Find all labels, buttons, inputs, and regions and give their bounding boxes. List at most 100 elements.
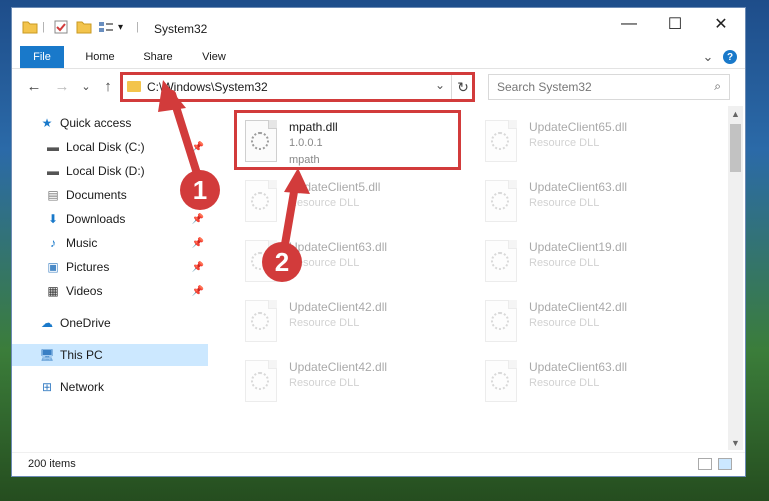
- large-icons-view-icon[interactable]: [718, 458, 732, 470]
- file-explorer-window: | ▾ | System32 — ☐ ✕ File Home Share Vie…: [12, 8, 745, 476]
- ribbon: File Home Share View ⌄ ?: [12, 44, 745, 69]
- search-input[interactable]: Search System32 ⌕: [488, 74, 730, 100]
- navigation-pane: ★ Quick access ▬ Local Disk (C:) 📌 ▬ Local Dis…: [12, 106, 210, 446]
- music-icon: ♪: [50, 236, 56, 250]
- sidebar-item-label: Videos: [66, 284, 103, 298]
- properties-icon[interactable]: [54, 19, 68, 35]
- sidebar-item-label: This PC: [60, 348, 103, 362]
- sidebar-item-onedrive[interactable]: ☁ OneDrive: [12, 312, 208, 334]
- file-item[interactable]: UpdateClient42.dll Resource DLL: [237, 294, 467, 354]
- gear-icon: [491, 192, 509, 210]
- status-bar: 200 items: [12, 452, 745, 475]
- up-button[interactable]: ↑: [98, 76, 118, 96]
- scroll-thumb[interactable]: [730, 124, 741, 172]
- folder-icon[interactable]: [22, 19, 38, 35]
- pictures-icon: ▣: [47, 260, 59, 274]
- file-detail: Resource DLL: [289, 317, 360, 329]
- file-detail: Resource DLL: [289, 377, 360, 389]
- help-icon[interactable]: ?: [722, 46, 738, 68]
- sidebar-item-label: Downloads: [66, 212, 126, 226]
- cloud-icon: ☁: [41, 316, 53, 330]
- sidebar-item-label: Local Disk (C:): [66, 140, 145, 154]
- file-highlight-box: [234, 110, 461, 170]
- sidebar-item-local-disk-c[interactable]: ▬ Local Disk (C:) 📌: [12, 136, 208, 158]
- file-name: UpdateClient63.dll: [529, 180, 628, 194]
- file-detail: Resource DLL: [529, 197, 600, 209]
- gear-icon: [491, 132, 509, 150]
- qa-dropdown-icon[interactable]: ▾: [118, 19, 123, 35]
- file-name: UpdateClient42.dll: [529, 300, 628, 314]
- computer-icon: 🖥: [39, 348, 55, 362]
- file-item[interactable]: UpdateClient5.dll Resource DLL: [237, 174, 467, 234]
- gear-icon: [491, 372, 509, 390]
- recent-locations-icon[interactable]: ⌄: [76, 76, 96, 96]
- file-item[interactable]: UpdateClient63.dll Resource DLL: [477, 174, 707, 234]
- documents-icon: ▤: [47, 188, 59, 202]
- back-button[interactable]: ←: [24, 76, 44, 96]
- address-highlight-box: [120, 72, 475, 102]
- callout-1: 1: [180, 170, 220, 210]
- forward-button[interactable]: →: [52, 76, 72, 96]
- sidebar-item-network[interactable]: ⊞ Network: [12, 376, 208, 398]
- file-item[interactable]: UpdateClient65.dll Resource DLL: [477, 114, 707, 174]
- sidebar-item-documents[interactable]: ▤Documents📌: [12, 184, 208, 206]
- sidebar-item-downloads[interactable]: ⬇ Downloads 📌: [12, 208, 208, 230]
- help-glyph: ?: [723, 50, 737, 64]
- file-item[interactable]: UpdateClient42.dll Resource DLL: [477, 294, 707, 354]
- scroll-up-icon[interactable]: ▲: [728, 106, 743, 121]
- file-name: UpdateClient42.dll: [289, 300, 388, 314]
- sidebar-item-label: Documents: [66, 188, 127, 202]
- tab-home[interactable]: Home: [78, 46, 122, 68]
- sidebar-item-this-pc[interactable]: 🖥 This PC: [12, 344, 208, 366]
- callout-2: 2: [262, 242, 302, 282]
- sidebar-item-videos[interactable]: ▦ Videos 📌: [12, 280, 208, 302]
- customize-icon[interactable]: [98, 19, 114, 35]
- sidebar-item-pictures[interactable]: ▣ Pictures 📌: [12, 256, 208, 278]
- file-name: UpdateClient65.dll: [529, 120, 628, 134]
- pin-icon[interactable]: 📌: [192, 142, 204, 153]
- network-icon: ⊞: [41, 380, 53, 394]
- file-item[interactable]: UpdateClient63.dll Resource DLL: [477, 354, 707, 414]
- file-name: UpdateClient5.dll: [289, 180, 381, 194]
- sidebar-item-local-disk-d[interactable]: ▬ Local Disk (D:): [12, 160, 208, 182]
- title-separator: |: [136, 21, 139, 33]
- vertical-scrollbar[interactable]: ▲ ▼: [728, 106, 743, 450]
- pin-icon[interactable]: 📌: [192, 262, 204, 273]
- pin-icon[interactable]: 📌: [192, 238, 204, 249]
- videos-icon: ▦: [47, 284, 59, 298]
- new-folder-icon[interactable]: [76, 19, 92, 35]
- download-icon: ⬇: [47, 212, 59, 226]
- file-detail: Resource DLL: [529, 317, 600, 329]
- file-item[interactable]: UpdateClient19.dll Resource DLL: [477, 234, 707, 294]
- star-icon: ★: [41, 116, 53, 130]
- sidebar-item-label: Music: [66, 236, 98, 250]
- file-name: UpdateClient63.dll: [529, 360, 628, 374]
- qa-separator: |: [42, 21, 45, 33]
- close-button[interactable]: ✕: [698, 8, 744, 40]
- sidebar-item-quick-access[interactable]: ★ Quick access: [12, 112, 208, 134]
- minimize-button[interactable]: —: [606, 8, 652, 40]
- file-detail: Resource DLL: [529, 257, 600, 269]
- file-detail: Resource DLL: [529, 377, 600, 389]
- sidebar-item-music[interactable]: ♪ Music 📌: [12, 232, 208, 254]
- tab-view[interactable]: View: [192, 46, 236, 68]
- details-view-icon[interactable]: [698, 458, 712, 470]
- sidebar-item-label: Network: [60, 380, 105, 394]
- file-name: UpdateClient19.dll: [529, 240, 628, 254]
- scroll-down-icon[interactable]: ▼: [728, 435, 743, 450]
- gear-icon: [251, 192, 269, 210]
- pin-icon[interactable]: 📌: [192, 286, 204, 297]
- sidebar-item-label: Quick access: [60, 116, 132, 130]
- ribbon-expand-icon[interactable]: ⌄: [700, 46, 716, 68]
- item-count: 200 items: [28, 458, 76, 470]
- title-bar: | ▾ | System32 — ☐ ✕: [12, 8, 745, 44]
- file-item[interactable]: UpdateClient42.dll Resource DLL: [237, 354, 467, 414]
- file-name: UpdateClient42.dll: [289, 360, 388, 374]
- window-title: System32: [154, 22, 208, 36]
- maximize-button[interactable]: ☐: [652, 8, 698, 40]
- pin-icon[interactable]: 📌: [192, 214, 204, 225]
- sidebar-item-label: Local Disk (D:): [66, 164, 145, 178]
- tab-file[interactable]: File: [20, 46, 64, 68]
- gear-icon: [491, 312, 509, 330]
- tab-share[interactable]: Share: [136, 46, 180, 68]
